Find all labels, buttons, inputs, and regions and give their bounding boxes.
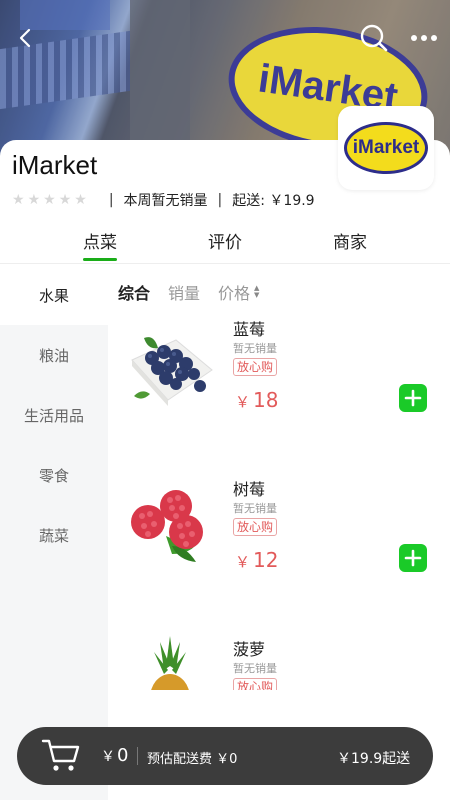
sort-arrows-icon: ▲ ▼ bbox=[254, 284, 260, 299]
pineapple-image bbox=[151, 636, 189, 690]
product-name: 蓝莓 bbox=[233, 320, 266, 339]
product-item[interactable]: 菠萝 暂无销量 放心购 bbox=[118, 636, 450, 690]
product-item[interactable]: 树莓 暂无销量 放心购 ￥ 12 bbox=[118, 476, 450, 636]
store-meta: ★ ★ ★ ★ ★ | 本周暂无销量 | 起送: ￥19.9 bbox=[12, 190, 315, 210]
currency-symbol: ￥ bbox=[235, 553, 251, 571]
sort-price-label: 价格 bbox=[218, 284, 251, 303]
star-icon: ★ bbox=[58, 192, 72, 208]
sort-bar: 综合 销量 价格 ▲ ▼ bbox=[118, 280, 259, 304]
tab-merchant[interactable]: 商家 bbox=[333, 228, 367, 253]
product-sales: 暂无销量 bbox=[233, 502, 277, 515]
product-name: 树莓 bbox=[233, 480, 266, 499]
product-sales: 暂无销量 bbox=[233, 342, 277, 355]
tab-order[interactable]: 点菜 bbox=[83, 228, 117, 253]
sort-sales[interactable]: 销量 bbox=[168, 280, 200, 304]
tab-reviews[interactable]: 评价 bbox=[208, 228, 242, 253]
sidebar-item-vegetables[interactable]: 蔬菜 bbox=[0, 505, 108, 565]
plus-icon bbox=[404, 389, 422, 407]
sidebar-item-snacks[interactable]: 零食 bbox=[0, 445, 108, 505]
star-icon: ★ bbox=[27, 192, 41, 208]
weekly-sales: 本周暂无销量 bbox=[123, 193, 208, 209]
store-logo: iMarket bbox=[338, 106, 434, 190]
min-order-button[interactable]: ￥19.9起送 bbox=[337, 748, 410, 768]
sort-comprehensive[interactable]: 综合 bbox=[118, 280, 150, 304]
search-button[interactable] bbox=[358, 22, 390, 54]
product-badge: 放心购 bbox=[233, 678, 278, 690]
category-sidebar: 水果 粮油 生活用品 零食 蔬菜 bbox=[0, 265, 108, 800]
price-value: 18 bbox=[253, 388, 279, 412]
active-tab-indicator bbox=[83, 258, 117, 261]
product-item[interactable]: 蓝莓 暂无销量 放心购 ￥ 18 bbox=[118, 316, 450, 476]
cart-bar[interactable]: ￥ 0 预估配送费 ￥0 ￥19.9起送 bbox=[17, 727, 433, 785]
product-sales: 暂无销量 bbox=[233, 662, 277, 675]
product-badge: 放心购 bbox=[233, 358, 278, 376]
product-price: ￥ 12 bbox=[235, 548, 278, 572]
store-tabs: 点菜 评价 商家 bbox=[0, 222, 450, 264]
delivery-fee: 预估配送费 ￥0 bbox=[147, 752, 238, 767]
divider bbox=[137, 747, 138, 765]
sort-price[interactable]: 价格 ▲ ▼ bbox=[218, 280, 259, 304]
store-logo-text: iMarket bbox=[352, 137, 420, 158]
blueberry-image bbox=[131, 337, 213, 406]
sidebar-item-fruit[interactable]: 水果 bbox=[0, 265, 108, 325]
raspberry-image bbox=[131, 490, 203, 562]
product-price: ￥ 18 bbox=[235, 388, 278, 412]
store-name: iMarket bbox=[12, 150, 98, 180]
search-icon bbox=[360, 24, 388, 52]
star-icon: ★ bbox=[74, 192, 87, 208]
more-button[interactable] bbox=[408, 22, 440, 54]
chevron-left-icon bbox=[19, 28, 31, 48]
cart-total-value: 0 bbox=[117, 745, 129, 766]
star-icon: ★ bbox=[43, 192, 56, 208]
divider: | bbox=[108, 192, 114, 208]
star-icon: ★ bbox=[12, 192, 25, 208]
back-button[interactable] bbox=[10, 22, 42, 54]
product-name: 菠萝 bbox=[233, 640, 266, 659]
shopping-cart-icon[interactable] bbox=[41, 737, 81, 773]
currency-symbol: ￥ bbox=[235, 393, 251, 411]
product-badge: 放心购 bbox=[233, 518, 278, 536]
price-value: 12 bbox=[253, 548, 279, 572]
more-horizontal-icon bbox=[411, 35, 437, 41]
cart-total: ￥ 0 bbox=[101, 745, 128, 766]
divider: | bbox=[217, 192, 223, 208]
add-to-cart-button[interactable] bbox=[399, 384, 427, 412]
min-order-label: 起送: ￥19.9 bbox=[232, 193, 315, 209]
rating-stars: ★ ★ ★ ★ ★ bbox=[12, 192, 87, 208]
currency-symbol: ￥ bbox=[101, 749, 115, 765]
add-to-cart-button[interactable] bbox=[399, 544, 427, 572]
sidebar-item-daily-goods[interactable]: 生活用品 bbox=[0, 385, 108, 445]
plus-icon bbox=[404, 549, 422, 567]
sidebar-item-grain-oil[interactable]: 粮油 bbox=[0, 325, 108, 385]
